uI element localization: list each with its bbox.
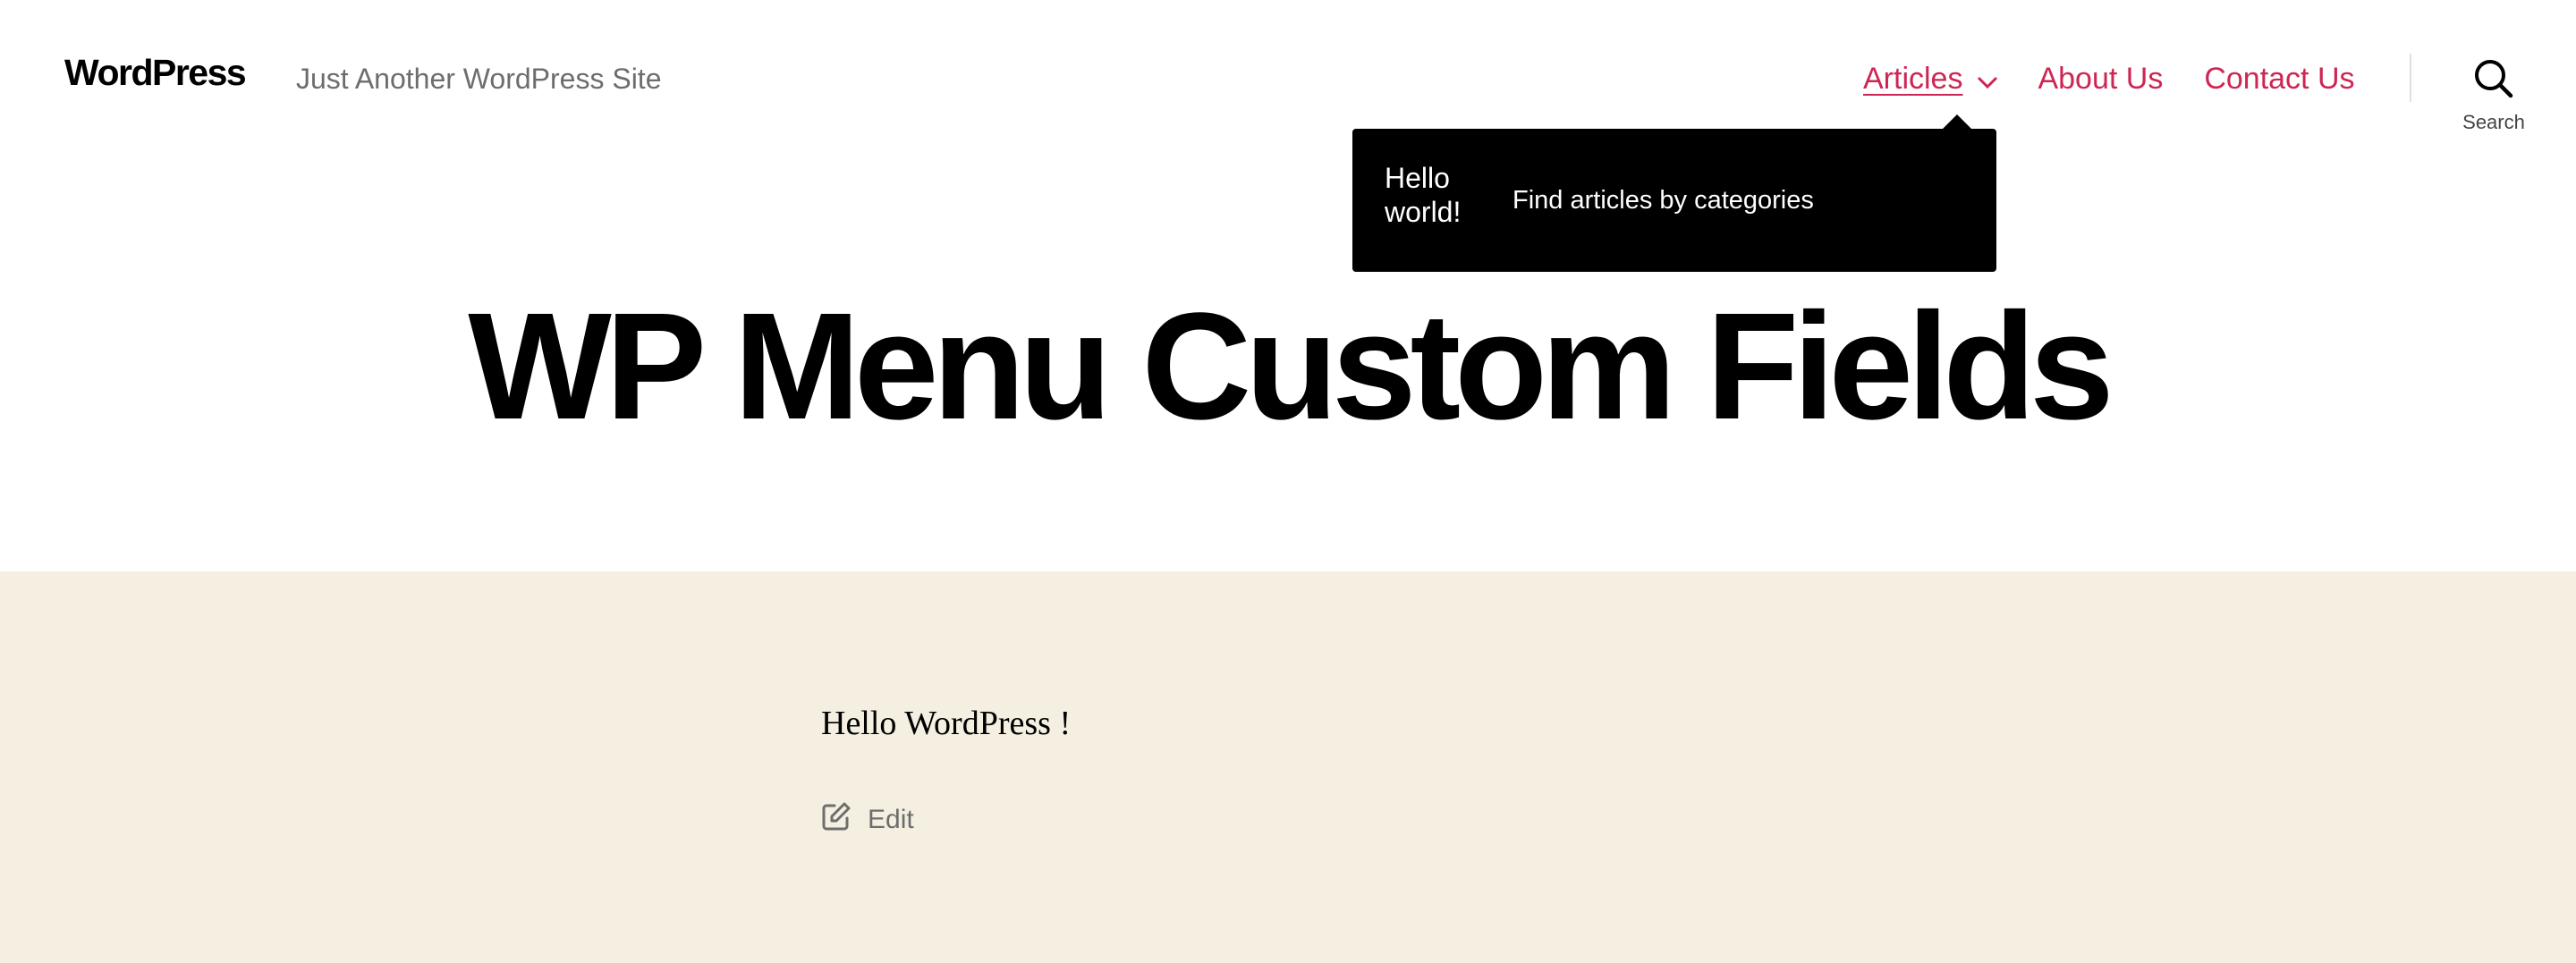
entry-content: Hello WordPress ! (821, 705, 1072, 742)
header-divider (2410, 54, 2411, 102)
menu-item-articles[interactable]: Articles (1863, 61, 1998, 97)
site-header: WordPress Just Another WordPress Site Ar… (0, 0, 2576, 161)
menu-item-articles-label: Articles (1863, 61, 1963, 96)
edit-link[interactable]: Edit (821, 801, 914, 839)
submenu-arrow (1943, 114, 1971, 129)
page-title: WP Menu Custom Fields (468, 282, 2114, 452)
content-area: Hello WordPress ! Edit (0, 571, 2576, 963)
primary-menu: Articles About Us Contact Us (1863, 57, 2355, 100)
site-title[interactable]: WordPress (64, 52, 247, 94)
search-label: Search (2462, 111, 2525, 133)
submenu: Hello world! Find articles by categories (1352, 129, 1996, 272)
entry-header: WP Menu Custom Fields (0, 286, 2576, 447)
chevron-down-icon[interactable] (1977, 63, 1998, 97)
menu-item-contact[interactable]: Contact Us (2204, 62, 2354, 97)
submenu-item-description: Find articles by categories (1513, 186, 1814, 215)
edit-label: Edit (868, 805, 914, 834)
submenu-item-hello-world[interactable]: Hello world! (1385, 161, 1474, 229)
menu-item-about[interactable]: About Us (2038, 62, 2163, 97)
search-toggle[interactable]: Search (2454, 57, 2533, 138)
site-tagline: Just Another WordPress Site (296, 63, 662, 95)
edit-icon (821, 801, 852, 839)
search-icon (2472, 57, 2515, 105)
